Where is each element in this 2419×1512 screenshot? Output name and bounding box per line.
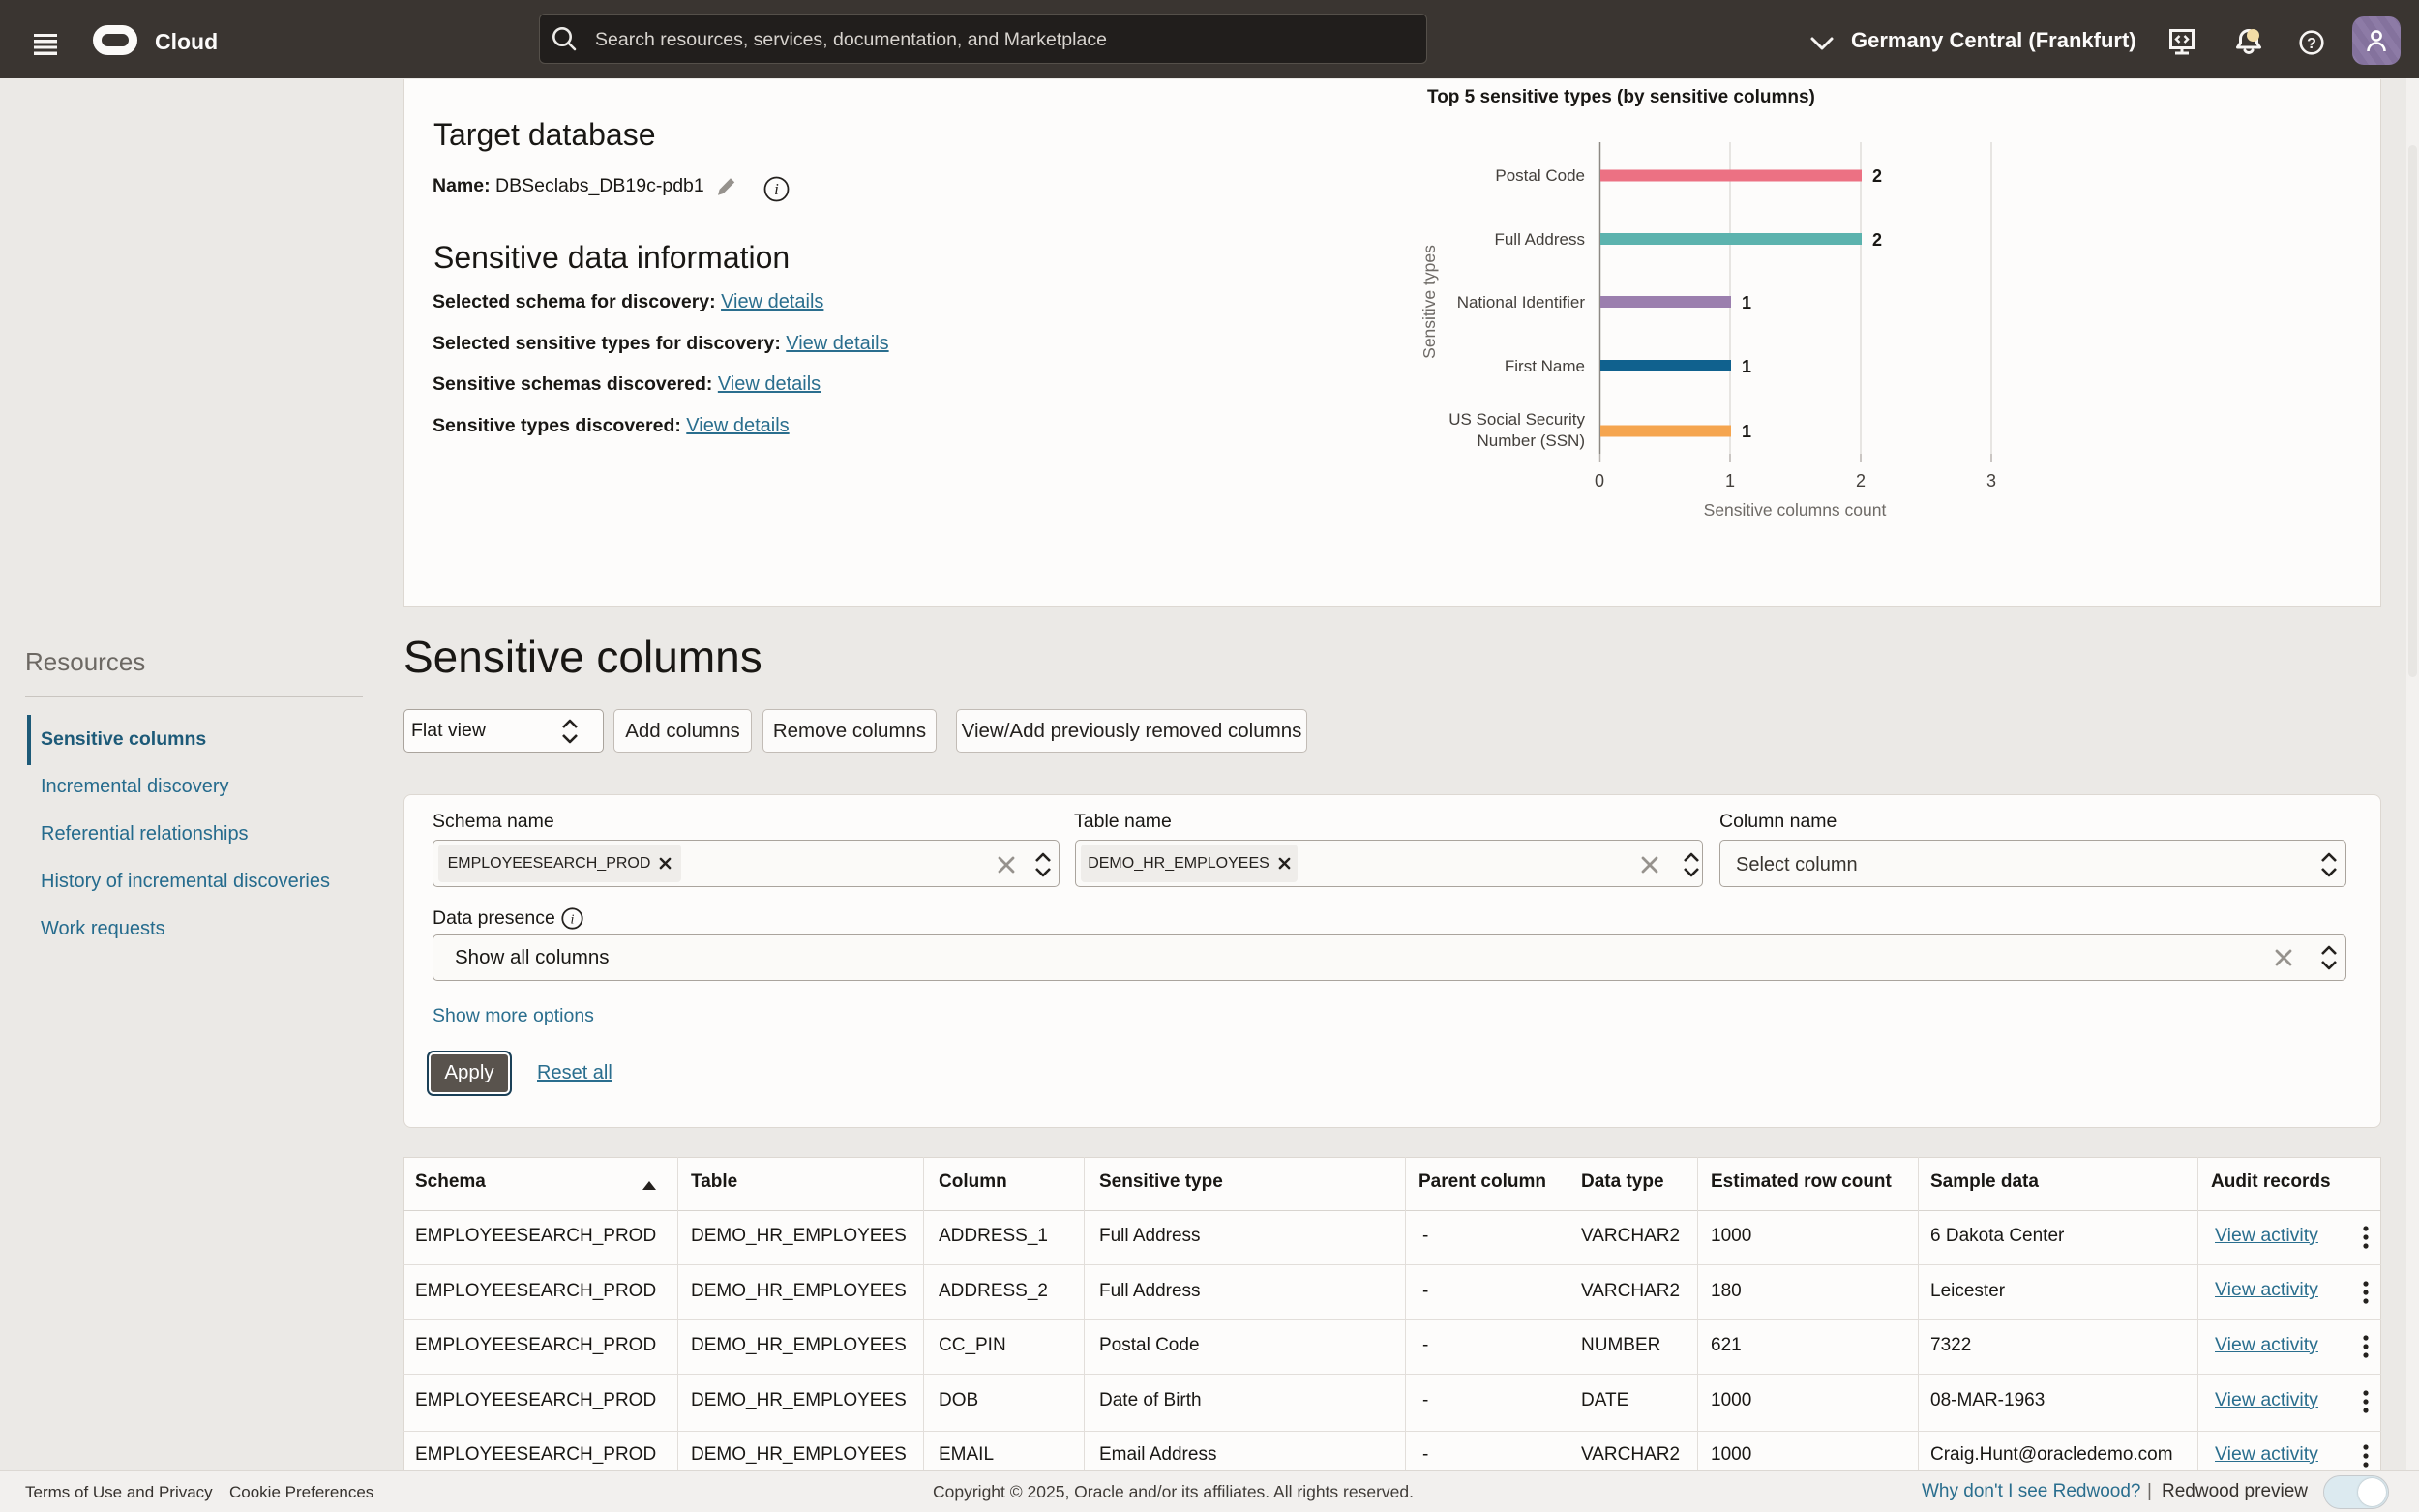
svg-text:Sensitive columns count: Sensitive columns count (1704, 500, 1887, 517)
svg-text:Top 5 sensitive types (by sens: Top 5 sensitive types (by sensitive colu… (1427, 87, 1815, 107)
svg-text:1: 1 (1742, 422, 1751, 441)
svg-text:First Name: First Name (1505, 357, 1585, 375)
svg-text:Postal Code: Postal Code (1495, 166, 1585, 185)
svg-text:2: 2 (1872, 166, 1882, 186)
svg-text:3: 3 (1986, 471, 1996, 490)
svg-text:Number (SSN): Number (SSN) (1478, 431, 1585, 450)
svg-text:2: 2 (1872, 230, 1882, 250)
svg-text:2: 2 (1856, 471, 1866, 490)
svg-text:Full Address: Full Address (1494, 230, 1585, 249)
svg-text:US Social Security: US Social Security (1448, 410, 1585, 429)
svg-text:Sensitive types: Sensitive types (1419, 245, 1439, 359)
svg-text:1: 1 (1725, 471, 1735, 490)
svg-text:1: 1 (1742, 357, 1751, 376)
svg-text:1: 1 (1742, 293, 1751, 312)
svg-text:?: ? (2307, 36, 2316, 52)
svg-text:i: i (571, 913, 575, 928)
svg-text:0: 0 (1595, 471, 1604, 490)
svg-text:i: i (774, 180, 779, 198)
svg-text:National Identifier: National Identifier (1457, 293, 1586, 311)
